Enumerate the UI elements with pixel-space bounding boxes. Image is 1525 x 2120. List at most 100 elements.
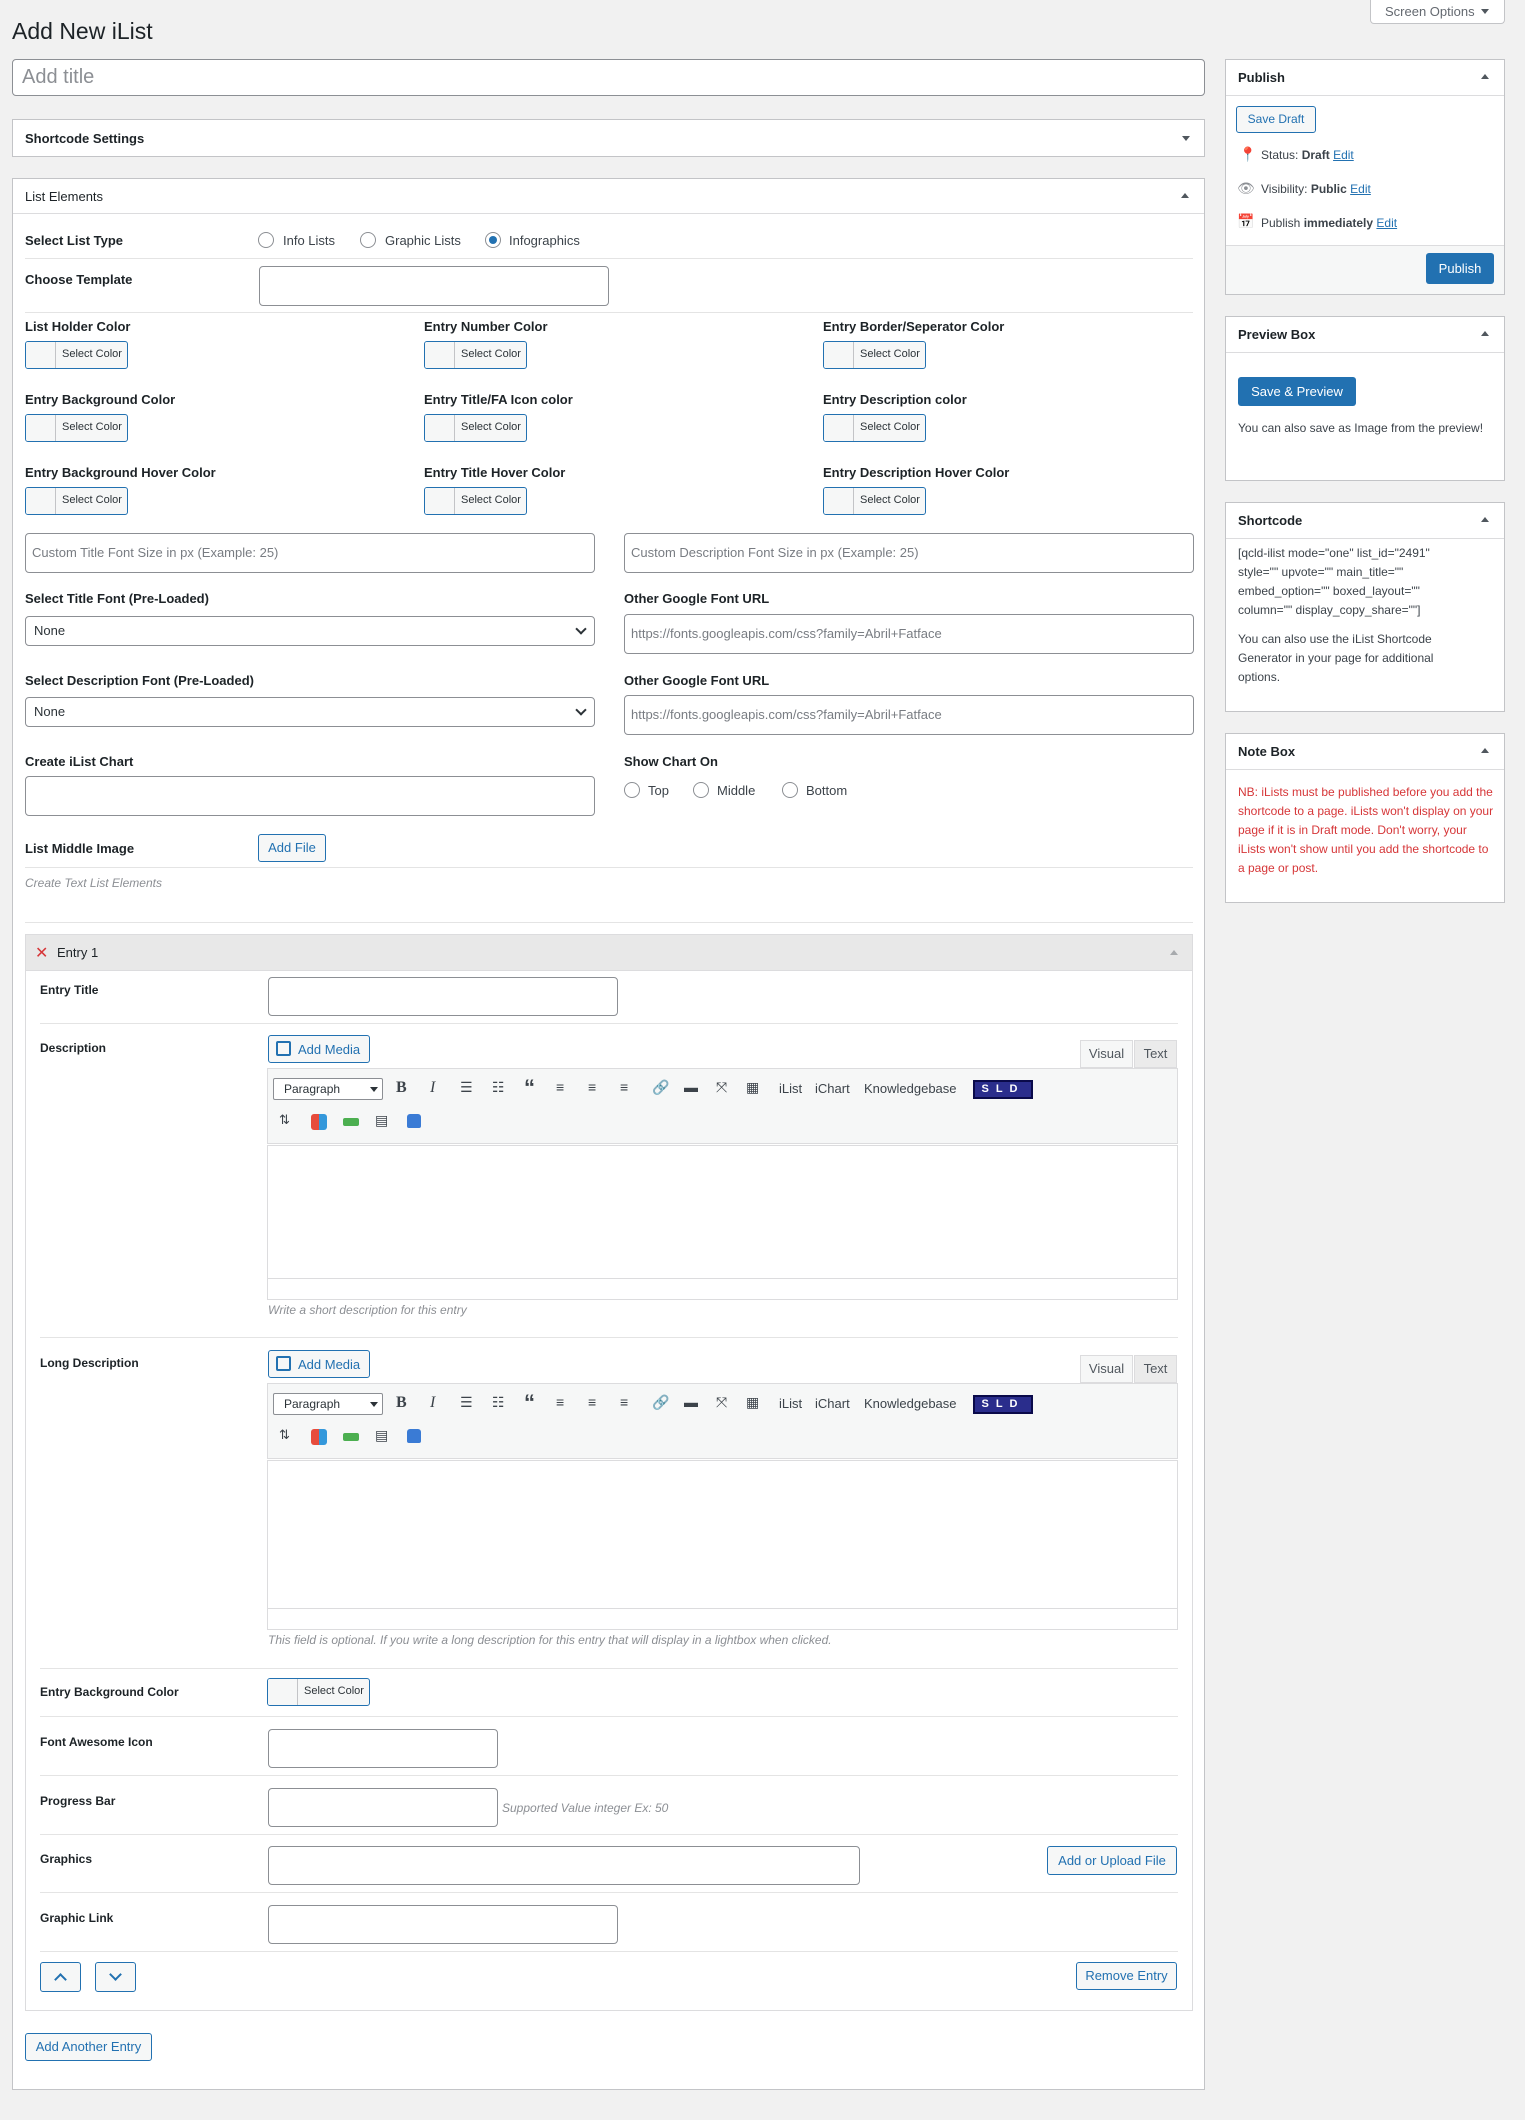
- tab-text[interactable]: Text: [1134, 1040, 1177, 1068]
- add-media-button[interactable]: Add Media: [268, 1035, 370, 1063]
- tab-text-2[interactable]: Text: [1134, 1355, 1177, 1383]
- visibility-edit-link[interactable]: Edit: [1350, 182, 1371, 196]
- progress-bar-input[interactable]: [268, 1788, 498, 1827]
- user-lock-icon[interactable]: [407, 1114, 421, 1128]
- colors-icon[interactable]: [311, 1114, 327, 1130]
- quote-icon[interactable]: “: [524, 1390, 535, 1416]
- desc-font-size-input[interactable]: Custom Description Font Size in px (Exam…: [624, 533, 1194, 573]
- entry-bg-hover-color-button[interactable]: Select Color: [25, 487, 128, 515]
- long-description-editor[interactable]: [267, 1460, 1178, 1609]
- shortcode-settings-box[interactable]: Shortcode Settings: [12, 119, 1205, 157]
- entry-border-color-button[interactable]: Select Color: [823, 341, 926, 369]
- radio-chart-top[interactable]: [624, 782, 640, 798]
- radio-info-lists[interactable]: [258, 232, 274, 248]
- ilist-button[interactable]: iList: [779, 1081, 802, 1096]
- toggle-up-icon[interactable]: [1481, 748, 1489, 753]
- sld-button[interactable]: SLD: [973, 1395, 1033, 1414]
- move-down-button[interactable]: [95, 1962, 136, 1992]
- save-draft-button[interactable]: Save Draft: [1236, 106, 1316, 133]
- align-center-icon[interactable]: ≡: [588, 1079, 596, 1095]
- remove-x-icon[interactable]: ✕: [35, 943, 48, 963]
- entry-title-hover-color-button[interactable]: Select Color: [424, 487, 527, 515]
- read-more-icon[interactable]: ▬: [684, 1079, 698, 1095]
- knowledgebase-button[interactable]: Knowledgebase: [864, 1396, 957, 1411]
- entry-title-input[interactable]: [268, 977, 618, 1016]
- bullet-list-icon[interactable]: ☰: [460, 1394, 473, 1411]
- toolbar-toggle-icon[interactable]: ▦: [746, 1394, 759, 1411]
- entry-number-color-button[interactable]: Select Color: [424, 341, 527, 369]
- description-editor[interactable]: [267, 1145, 1178, 1279]
- paragraph-select[interactable]: Paragraph: [273, 1078, 383, 1100]
- ichart-button[interactable]: iChart: [815, 1081, 850, 1096]
- template-input[interactable]: [259, 266, 609, 306]
- fa-icon-input[interactable]: [268, 1729, 498, 1768]
- entry-bg-color-button-2[interactable]: Select Color: [267, 1678, 370, 1706]
- title-input[interactable]: Add title: [12, 59, 1205, 96]
- table-icon[interactable]: ▤: [375, 1112, 388, 1129]
- remove-entry-button[interactable]: Remove Entry: [1076, 1962, 1177, 1990]
- paragraph-select-2[interactable]: Paragraph: [273, 1393, 383, 1415]
- add-media-button-2[interactable]: Add Media: [268, 1350, 370, 1378]
- move-up-button[interactable]: [40, 1962, 81, 1992]
- align-right-icon[interactable]: ≡: [620, 1394, 628, 1410]
- bar-icon[interactable]: [343, 1433, 359, 1441]
- bullet-list-icon[interactable]: ☰: [460, 1079, 473, 1096]
- publish-time-edit-link[interactable]: Edit: [1376, 216, 1397, 230]
- publish-button[interactable]: Publish: [1426, 253, 1494, 284]
- italic-icon[interactable]: I: [430, 1079, 435, 1097]
- toggle-up-icon[interactable]: [1481, 517, 1489, 522]
- google-font-input-2[interactable]: https://fonts.googleapis.com/css?family=…: [624, 695, 1194, 735]
- link-icon[interactable]: 🔗: [652, 1394, 669, 1411]
- link-icon[interactable]: 🔗: [652, 1079, 669, 1096]
- google-font-input[interactable]: https://fonts.googleapis.com/css?family=…: [624, 614, 1194, 654]
- upload-icon[interactable]: ⇅: [279, 1427, 290, 1443]
- align-right-icon[interactable]: ≡: [620, 1079, 628, 1095]
- save-preview-button[interactable]: Save & Preview: [1238, 377, 1356, 406]
- graphic-link-input[interactable]: [268, 1905, 618, 1944]
- align-left-icon[interactable]: ≡: [556, 1079, 564, 1095]
- title-font-select[interactable]: None: [25, 616, 595, 646]
- user-lock-icon[interactable]: [407, 1429, 421, 1443]
- fullscreen-icon[interactable]: ⤧: [716, 1394, 727, 1411]
- add-file-button[interactable]: Add File: [258, 834, 326, 862]
- numbered-list-icon[interactable]: ☷: [492, 1394, 505, 1411]
- screen-options-button[interactable]: Screen Options: [1370, 0, 1505, 24]
- quote-icon[interactable]: “: [524, 1075, 535, 1101]
- entry-title-icon-color-button[interactable]: Select Color: [424, 414, 527, 442]
- table-icon[interactable]: ▤: [375, 1427, 388, 1444]
- read-more-icon[interactable]: ▬: [684, 1394, 698, 1410]
- knowledgebase-button[interactable]: Knowledgebase: [864, 1081, 957, 1096]
- entry-desc-color-button[interactable]: Select Color: [823, 414, 926, 442]
- entry-bg-color-button[interactable]: Select Color: [25, 414, 128, 442]
- ichart-button[interactable]: iChart: [815, 1396, 850, 1411]
- toggle-up-icon[interactable]: [1181, 193, 1189, 198]
- desc-font-select[interactable]: None: [25, 697, 595, 727]
- chart-input[interactable]: [25, 776, 595, 816]
- radio-chart-middle[interactable]: [693, 782, 709, 798]
- radio-infographics[interactable]: [485, 232, 501, 248]
- fullscreen-icon[interactable]: ⤧: [716, 1079, 727, 1096]
- sld-button[interactable]: SLD: [973, 1080, 1033, 1099]
- toggle-up-icon[interactable]: [1481, 74, 1489, 79]
- toggle-up-icon[interactable]: [1481, 331, 1489, 336]
- list-holder-color-button[interactable]: Select Color: [25, 341, 128, 369]
- ilist-button[interactable]: iList: [779, 1396, 802, 1411]
- entry-desc-hover-color-button[interactable]: Select Color: [823, 487, 926, 515]
- shortcode-code[interactable]: [qcld-ilist mode="one" list_id="2491" st…: [1238, 544, 1468, 620]
- toggle-down-icon[interactable]: [1182, 136, 1190, 141]
- entry-header[interactable]: ✕ Entry 1: [25, 934, 1193, 971]
- numbered-list-icon[interactable]: ☷: [492, 1079, 505, 1096]
- bold-icon[interactable]: B: [396, 1079, 407, 1097]
- add-upload-file-button[interactable]: Add or Upload File: [1047, 1846, 1177, 1875]
- title-font-size-input[interactable]: Custom Title Font Size in px (Example: 2…: [25, 533, 595, 573]
- bold-icon[interactable]: B: [396, 1394, 407, 1412]
- tab-visual[interactable]: Visual: [1080, 1040, 1133, 1068]
- tab-visual-2[interactable]: Visual: [1080, 1355, 1133, 1383]
- align-left-icon[interactable]: ≡: [556, 1394, 564, 1410]
- bar-icon[interactable]: [343, 1118, 359, 1126]
- colors-icon[interactable]: [311, 1429, 327, 1445]
- status-edit-link[interactable]: Edit: [1333, 148, 1354, 162]
- align-center-icon[interactable]: ≡: [588, 1394, 596, 1410]
- add-another-entry-button[interactable]: Add Another Entry: [25, 2033, 152, 2061]
- toolbar-toggle-icon[interactable]: ▦: [746, 1079, 759, 1096]
